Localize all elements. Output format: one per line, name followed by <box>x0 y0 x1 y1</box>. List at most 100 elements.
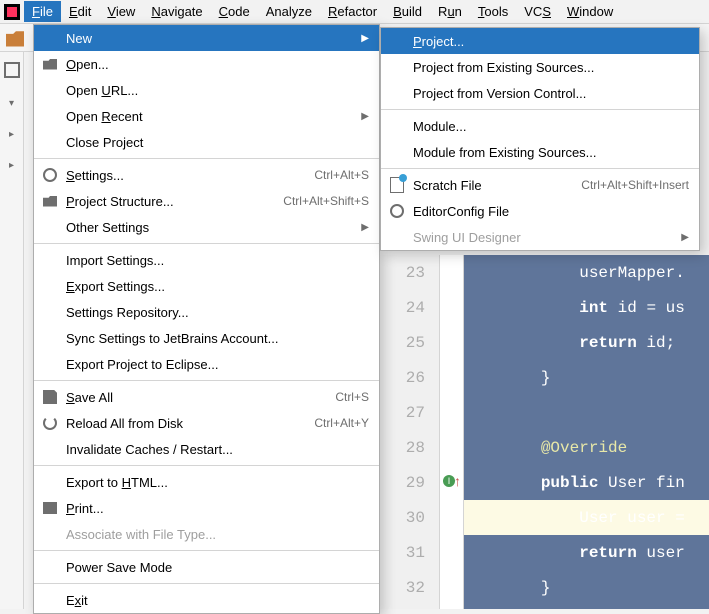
menu-code[interactable]: Code <box>211 1 258 22</box>
new-module[interactable]: Module... <box>381 113 699 139</box>
file-open-recent[interactable]: Open Recent▶ <box>34 103 379 129</box>
new-project[interactable]: Project... <box>381 28 699 54</box>
file-new[interactable]: New▶ <box>34 25 379 51</box>
gear-icon <box>43 168 57 182</box>
gutter-mark <box>440 430 463 465</box>
file-other-settings[interactable]: Other Settings ▶ <box>34 214 379 240</box>
file-invalidate[interactable]: Invalidate Caches / Restart... <box>34 436 379 462</box>
menu-item-label: Save All <box>66 390 335 405</box>
chevron-right-icon[interactable]: ▸ <box>0 129 23 140</box>
file-reload[interactable]: Reload All from DiskCtrl+Alt+Y <box>34 410 379 436</box>
code-line[interactable]: User user = <box>464 500 709 535</box>
code-line[interactable]: int id = us <box>464 290 709 325</box>
file-print[interactable]: Print... <box>34 495 379 521</box>
new-module-existing[interactable]: Module from Existing Sources... <box>381 139 699 165</box>
gutter-up-arrow-icon: ↑ <box>454 473 461 489</box>
shortcut-label: Ctrl+Alt+Y <box>314 416 369 430</box>
menu-analyze[interactable]: Analyze <box>258 1 320 22</box>
file-settings-repo[interactable]: Settings Repository... <box>34 299 379 325</box>
gutter-marks: I↑ <box>440 255 464 609</box>
file-settings[interactable]: Settings...Ctrl+Alt+S <box>34 162 379 188</box>
menu-file[interactable]: File <box>24 1 61 22</box>
menu-edit[interactable]: Edit <box>61 1 99 22</box>
menu-item-label: Project Structure... <box>66 194 283 209</box>
code-area[interactable]: userMapper. int id = us return id; } @Ov… <box>464 255 709 609</box>
gutter-mark <box>440 360 463 395</box>
file-associate: Associate with File Type... <box>34 521 379 547</box>
file-project-structure[interactable]: Project Structure...Ctrl+Alt+Shift+S <box>34 188 379 214</box>
print-icon <box>43 502 57 514</box>
code-line[interactable]: @Override <box>464 430 709 465</box>
file-open-url[interactable]: Open URL... <box>34 77 379 103</box>
code-line[interactable]: return user <box>464 535 709 570</box>
file-export-settings[interactable]: Export Settings... <box>34 273 379 299</box>
menu-item-label: Open... <box>66 57 369 72</box>
menu-item-label: Import Settings... <box>66 253 369 268</box>
shortcut-label: Ctrl+Alt+Shift+Insert <box>581 178 689 192</box>
new-project-existing[interactable]: Project from Existing Sources... <box>381 54 699 80</box>
new-submenu: Project...Project from Existing Sources.… <box>380 27 700 251</box>
disk-icon <box>43 390 57 404</box>
struct-icon <box>43 196 57 207</box>
file-exit[interactable]: Exit <box>34 587 379 613</box>
chevron-right-icon[interactable]: ▸ <box>0 160 23 171</box>
file-save-all[interactable]: Save AllCtrl+S <box>34 384 379 410</box>
menu-build[interactable]: Build <box>385 1 430 22</box>
menu-item-label: Sync Settings to JetBrains Account... <box>66 331 369 346</box>
code-line[interactable]: } <box>464 360 709 395</box>
chevron-down-icon[interactable]: ▾ <box>0 98 23 109</box>
menu-item-label: Module... <box>413 119 689 134</box>
submenu-arrow-icon: ▶ <box>361 222 369 233</box>
menu-view[interactable]: View <box>99 1 143 22</box>
file-export-eclipse[interactable]: Export Project to Eclipse... <box>34 351 379 377</box>
file-export-html[interactable]: Export to HTML... <box>34 469 379 495</box>
menu-window[interactable]: Window <box>559 1 621 22</box>
code-line[interactable] <box>464 395 709 430</box>
reload-icon <box>43 416 57 430</box>
menu-item-label: Project from Version Control... <box>413 86 689 101</box>
menu-item-label: Export to HTML... <box>66 475 369 490</box>
menubar: FileEditViewNavigateCodeAnalyzeRefactorB… <box>0 0 709 24</box>
menu-item-label: Scratch File <box>413 178 581 193</box>
menu-item-label: Print... <box>66 501 369 516</box>
file-close-project[interactable]: Close Project <box>34 129 379 155</box>
shortcut-label: Ctrl+Alt+S <box>314 168 369 182</box>
line-number-gutter: 23242526272829303132 <box>380 255 440 609</box>
menu-navigate[interactable]: Navigate <box>143 1 210 22</box>
new-editorconfig[interactable]: EditorConfig File <box>381 198 699 224</box>
menu-item-label: Module from Existing Sources... <box>413 145 689 160</box>
menu-item-label: Close Project <box>66 135 369 150</box>
gutter-mark <box>440 395 463 430</box>
file-power-save[interactable]: Power Save Mode <box>34 554 379 580</box>
menu-tools[interactable]: Tools <box>470 1 516 22</box>
line-number: 23 <box>380 255 439 290</box>
new-scratch[interactable]: Scratch FileCtrl+Alt+Shift+Insert <box>381 172 699 198</box>
menu-item-label: Settings Repository... <box>66 305 369 320</box>
menu-item-label: Exit <box>66 593 369 608</box>
menu-refactor[interactable]: Refactor <box>320 1 385 22</box>
menu-item-label: Other Settings <box>66 220 353 235</box>
edconf-icon <box>390 204 404 218</box>
file-open[interactable]: Open... <box>34 51 379 77</box>
code-line[interactable]: } <box>464 570 709 605</box>
file-sync-settings[interactable]: Sync Settings to JetBrains Account... <box>34 325 379 351</box>
line-number: 27 <box>380 395 439 430</box>
code-line[interactable]: return id; <box>464 325 709 360</box>
code-line[interactable]: public User fin <box>464 465 709 500</box>
menu-run[interactable]: Run <box>430 1 470 22</box>
gutter-mark <box>440 535 463 570</box>
new-swing: Swing UI Designer▶ <box>381 224 699 250</box>
menu-item-label: Swing UI Designer <box>413 230 673 245</box>
code-line[interactable]: userMapper. <box>464 255 709 290</box>
file-import-settings[interactable]: Import Settings... <box>34 247 379 273</box>
scratch-icon <box>390 177 404 193</box>
new-project-vcs[interactable]: Project from Version Control... <box>381 80 699 106</box>
submenu-arrow-icon: ▶ <box>361 111 369 122</box>
toolbar-folder-icon[interactable] <box>6 29 24 47</box>
menu-item-label: Settings... <box>66 168 314 183</box>
gutter-mark: I↑ <box>440 465 463 500</box>
line-number: 24 <box>380 290 439 325</box>
gutter-mark <box>440 325 463 360</box>
menu-vcs[interactable]: VCS <box>516 1 559 22</box>
structure-tool-icon[interactable] <box>4 62 20 78</box>
